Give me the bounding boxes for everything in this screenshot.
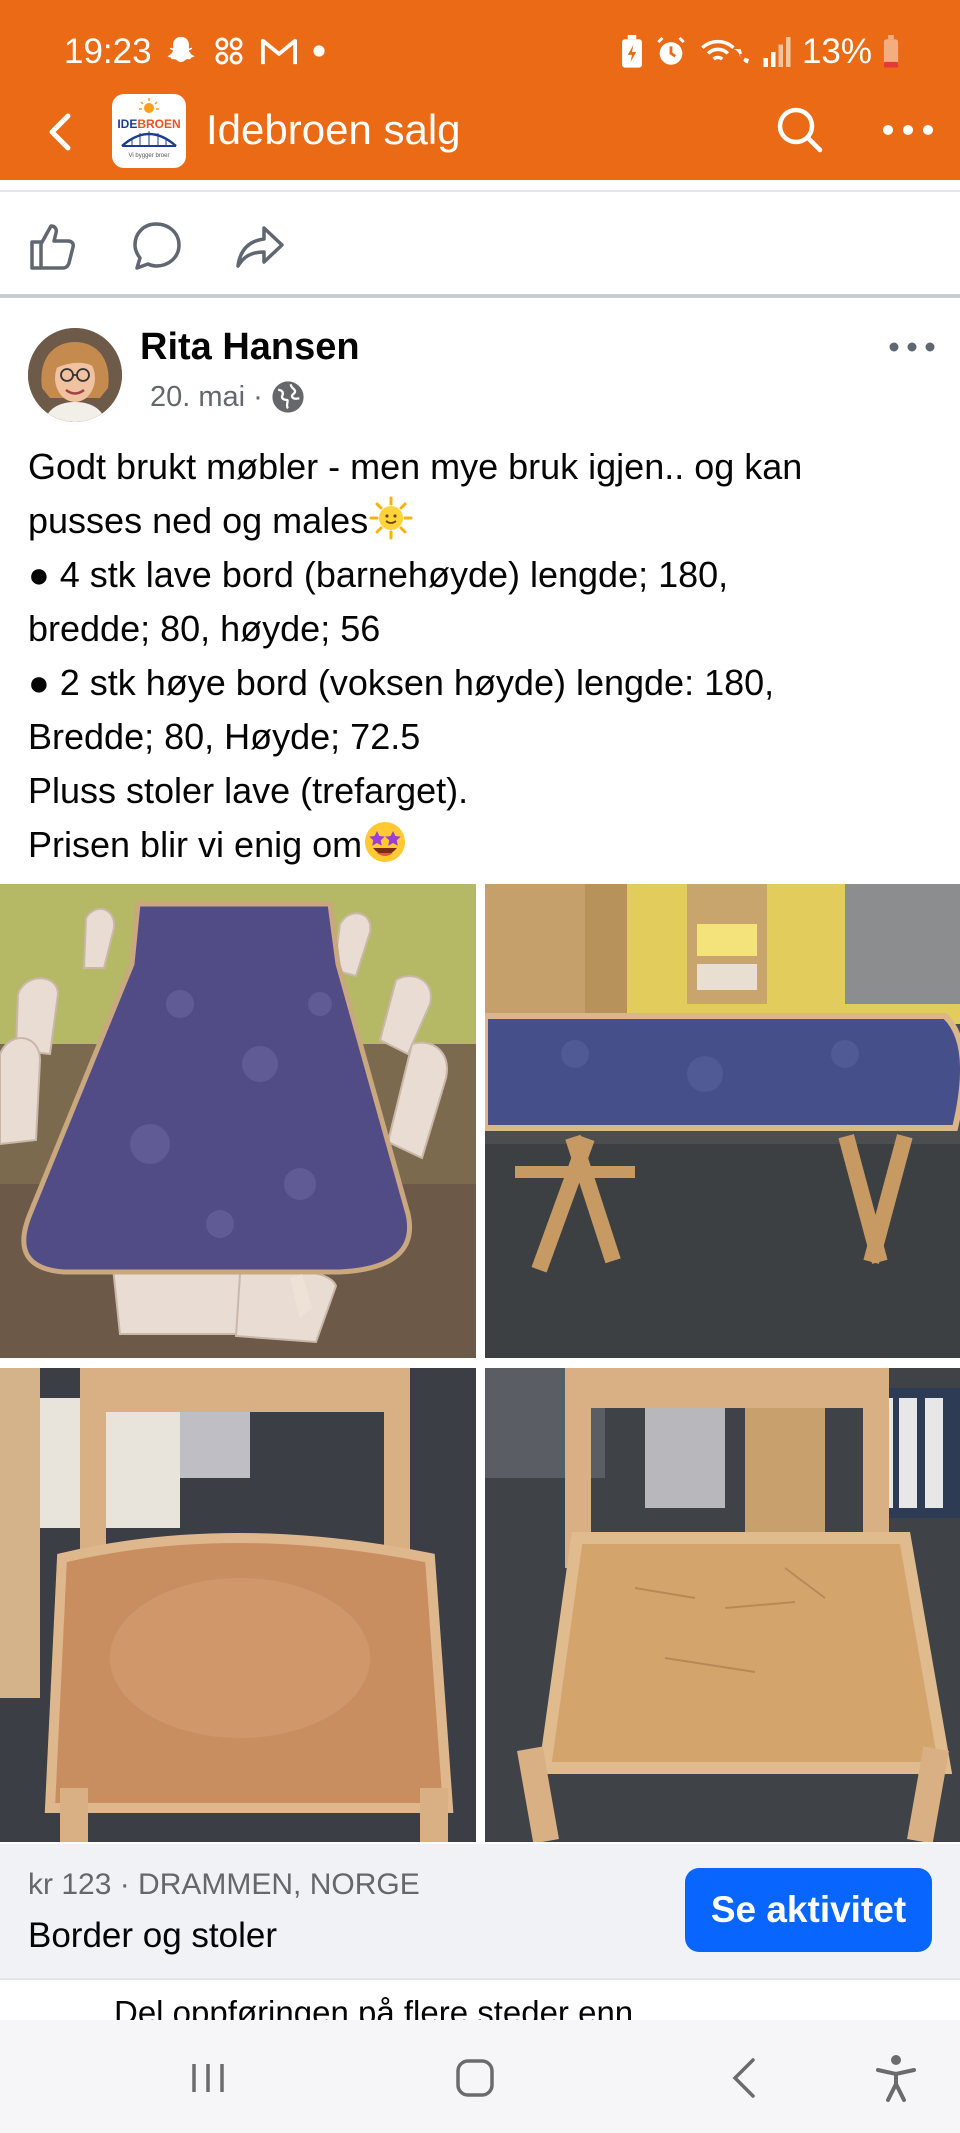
search-button[interactable] — [770, 100, 830, 160]
post-photo-2[interactable] — [485, 884, 960, 1358]
table-photo-image — [0, 884, 476, 1358]
chevron-left-icon — [732, 2058, 755, 2098]
app-header: 19:23 13% IDEBROEN Vi bygger broer Idebr… — [0, 0, 960, 180]
sun-emoji-icon — [369, 496, 413, 540]
post-options-button[interactable] — [884, 330, 940, 364]
arrow-left-icon — [49, 113, 71, 151]
post-line: Bredde; 80, Høyde; 72.5 — [28, 716, 421, 757]
post-line: bredde; 80, høyde; 56 — [28, 608, 381, 649]
share-button[interactable] — [232, 218, 288, 274]
marketplace-listing-bar[interactable]: kr 123 · DRAMMEN, NORGE Border og stoler… — [0, 1844, 960, 1978]
wifi-call-icon — [701, 39, 750, 64]
post-line: Pluss stoler lave (trefarget). — [28, 770, 469, 811]
post-photo-4[interactable] — [485, 1368, 960, 1842]
listing-title: Border og stoler — [28, 1916, 278, 1955]
more-dots-icon — [883, 125, 933, 135]
system-icons: 13% — [620, 32, 900, 72]
post-meta: 20. mai · — [150, 380, 305, 414]
home-square-icon — [456, 2059, 494, 2097]
meta-separator: · — [253, 380, 263, 413]
home-button[interactable] — [445, 2048, 505, 2108]
snapchat-icon — [167, 36, 195, 63]
post-photo-3[interactable] — [0, 1368, 476, 1842]
divider — [0, 190, 960, 192]
post-line: pusses ned og males — [28, 500, 369, 541]
thumbs-up-icon — [30, 224, 75, 270]
post-date[interactable]: 20. mai — [150, 381, 245, 414]
signal-icon — [763, 37, 791, 67]
post-line-with-emoji: pusses ned og males — [28, 494, 938, 548]
worn-chair-photo-image — [485, 1368, 960, 1842]
section-divider — [0, 294, 960, 298]
post-line: Prisen blir vi enig om — [28, 824, 363, 865]
svg-text:Vi bygger broer: Vi bygger broer — [129, 153, 170, 159]
more-dots-icon — [889, 342, 935, 352]
pinwheel-icon — [215, 37, 243, 65]
post-line: ● 4 stk lave bord (barnehøyde) lengde; 1… — [28, 554, 729, 595]
recent-apps-button[interactable] — [178, 2048, 238, 2108]
reaction-bar — [0, 200, 960, 290]
post-photo-1[interactable] — [0, 884, 476, 1358]
dot-icon — [313, 45, 325, 57]
avatar-photo-icon — [28, 328, 122, 422]
post-text: Godt brukt møbler - men mye bruk igjen..… — [28, 440, 938, 872]
avatar[interactable] — [28, 328, 122, 422]
globe-icon — [272, 381, 304, 413]
divider — [0, 1978, 960, 1980]
recent-apps-icon — [192, 2064, 224, 2092]
see-activity-button[interactable]: Se aktivitet — [685, 1868, 932, 1952]
comment-button[interactable] — [128, 218, 184, 274]
group-logo[interactable]: IDEBROEN Vi bygger broer — [112, 94, 186, 168]
status-bar: 19:23 13% — [0, 0, 960, 106]
like-button[interactable] — [26, 218, 82, 274]
share-arrow-icon — [236, 226, 284, 268]
battery-icon — [883, 35, 899, 68]
battery-saver-icon — [622, 35, 642, 68]
chair-photo-image — [0, 1368, 476, 1842]
battery-percent: 13% — [801, 32, 872, 71]
notification-icons — [164, 34, 326, 68]
status-time: 19:23 — [64, 32, 152, 71]
post-line-with-emoji: Prisen blir vi enig om — [28, 818, 938, 872]
accessibility-button[interactable] — [866, 2048, 926, 2108]
system-navigation-bar — [0, 2020, 960, 2133]
back-button[interactable] — [30, 102, 90, 162]
listing-price-location: kr 123 · DRAMMEN, NORGE — [28, 1868, 420, 1901]
accessibility-icon — [876, 2055, 916, 2102]
post-author[interactable]: Rita Hansen — [140, 326, 360, 369]
page-title: Idebroen salg — [206, 106, 461, 153]
search-icon — [777, 107, 823, 153]
comment-icon — [133, 222, 181, 270]
post-line: Godt brukt møbler - men mye bruk igjen..… — [28, 446, 803, 487]
idebroen-logo-icon: IDEBROEN Vi bygger broer — [117, 98, 181, 159]
star-struck-emoji-icon — [365, 822, 406, 862]
system-back-button[interactable] — [715, 2048, 775, 2108]
app-bar: IDEBROEN Vi bygger broer Idebroen salg — [0, 92, 960, 180]
high-table-photo-image — [485, 884, 960, 1358]
alarm-icon — [657, 36, 685, 65]
post-line: ● 2 stk høye bord (voksen høyde) lengde:… — [28, 662, 775, 703]
more-options-button[interactable] — [876, 100, 940, 160]
svg-text:IDEBROEN: IDEBROEN — [117, 117, 180, 131]
gmail-icon — [261, 38, 297, 65]
